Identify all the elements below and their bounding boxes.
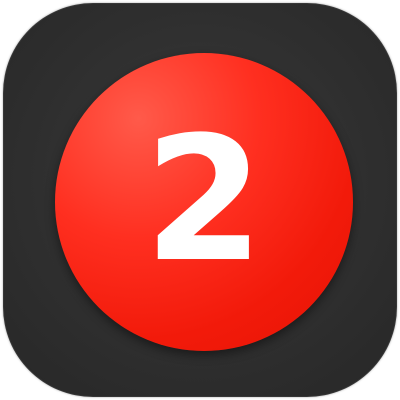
notification-badge: 2 <box>55 53 353 351</box>
badge-count: 2 <box>144 99 264 300</box>
app-icon[interactable]: 2 <box>3 3 397 397</box>
